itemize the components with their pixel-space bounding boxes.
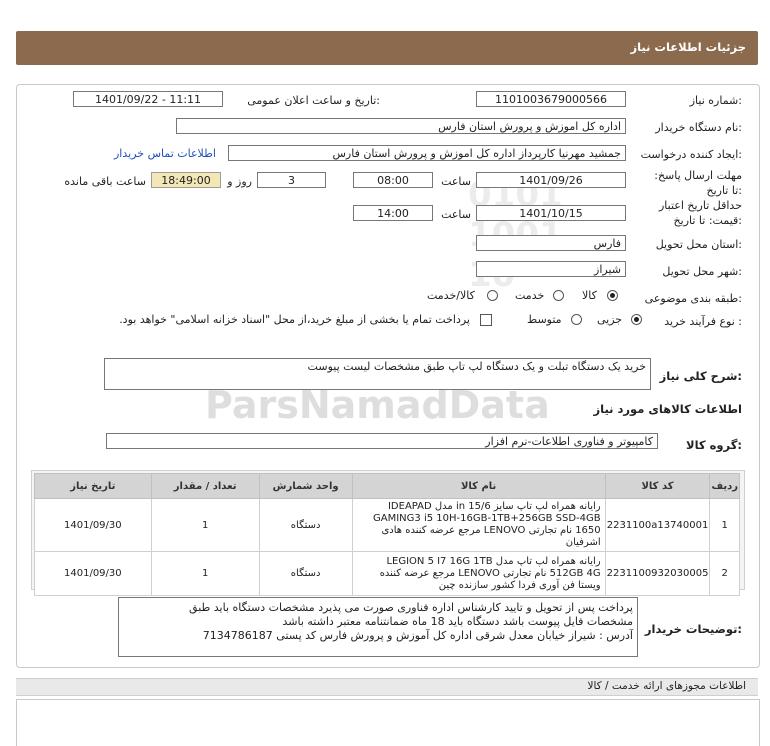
col-code: کد کالا — [604, 473, 711, 499]
remaining-time-field: 18:49:00 — [151, 172, 221, 188]
row-name: رایانه همراه لپ تاپ مدل LEGION 5 I7 16G … — [351, 551, 606, 596]
table-row[interactable]: 2 2231100932030005 رایانه همراه لپ تاپ م… — [34, 551, 740, 596]
goods-group-field: کامپیوتر و فناوری اطلاعات-نرم افزار — [106, 433, 658, 449]
category-both-label: کالا/خدمت — [427, 289, 475, 302]
goods-section-title: اطلاعات کالاهای مورد نیاز — [593, 402, 742, 416]
goods-group-label: گروه کالا: — [686, 438, 742, 452]
need-number-field[interactable]: 1101003679000566 — [476, 91, 626, 107]
category-goods-radio[interactable] — [607, 290, 618, 301]
col-unit: واحد شمارش — [258, 473, 353, 499]
creator-field[interactable]: جمشید مهرنیا کارپرداز اداره کل اموزش و پ… — [228, 145, 626, 161]
announce-label: تاریخ و ساعت اعلان عمومی: — [247, 94, 380, 107]
category-label: طبقه بندی موضوعی: — [644, 292, 742, 305]
row-code: 2231100a13740001 — [604, 498, 711, 552]
need-number-label: شماره نیاز: — [689, 94, 742, 107]
deadline-time-field[interactable]: 08:00 — [353, 172, 433, 188]
buyer-notes-line: آدرس : شیراز خیابان معدل شرقی اداره کل آ… — [202, 629, 633, 642]
process-medium-radio[interactable] — [571, 314, 582, 325]
row-unit: دستگاه — [258, 498, 353, 552]
row-qty: 1 — [150, 498, 260, 552]
creator-label: ایجاد کننده درخواست: — [640, 148, 742, 161]
contact-buyer-link[interactable]: اطلاعات تماس خریدار — [114, 147, 216, 160]
col-qty: تعداد / مقدار — [150, 473, 260, 499]
category-service-label: خدمت — [515, 289, 545, 302]
buyer-notes-label: توضیحات خریدار: — [644, 622, 742, 636]
col-index: ردیف — [709, 473, 740, 499]
row-unit: دستگاه — [258, 551, 353, 596]
row-qty: 1 — [150, 551, 260, 596]
validity-time-label: ساعت — [441, 208, 471, 221]
validity-time-field[interactable]: 14:00 — [353, 205, 433, 221]
announce-field[interactable]: 1401/09/22 - 11:11 — [73, 91, 223, 107]
process-medium-label: متوسط — [527, 313, 562, 326]
process-minor-label: جزیی — [597, 313, 623, 326]
row-code: 2231100932030005 — [604, 551, 711, 596]
buyer-org-field[interactable]: اداره کل اموزش و پرورش استان فارس — [176, 118, 626, 134]
category-service-radio[interactable] — [553, 290, 564, 301]
validity-date-field[interactable]: 1401/10/15 — [476, 205, 626, 221]
treasury-checkbox[interactable] — [480, 314, 492, 326]
process-label: نوع فرآیند خرید : — [664, 315, 742, 328]
province-label: استان محل تحویل: — [655, 238, 742, 251]
city-field[interactable]: شیراز — [476, 261, 626, 277]
col-date: تاریخ نیاز — [34, 473, 152, 499]
city-label: شهر محل تحویل: — [662, 265, 742, 278]
process-minor-radio[interactable] — [631, 314, 642, 325]
summary-field: خرید یک دستگاه تبلت و یک دستگاه لپ تاپ ط… — [104, 358, 651, 390]
buyer-notes-line: مشخصات فایل پیوست باشد دستگاه باید 18 ما… — [282, 615, 634, 628]
license-section-header: اطلاعات مجوزهای ارائه خدمت / کالا — [16, 678, 758, 696]
row-name: رایانه همراه لپ تاپ سایز in 15/6 مدل IDE… — [351, 498, 606, 552]
province-field[interactable]: فارس — [476, 235, 626, 251]
license-section-title: اطلاعات مجوزهای ارائه خدمت / کالا — [587, 680, 746, 692]
buyer-notes-field: پرداخت پس از تحویل و تایید کارشناس اداره… — [118, 597, 638, 657]
buyer-notes-line: پرداخت پس از تحویل و تایید کارشناس اداره… — [189, 601, 633, 614]
days-label: روز و — [227, 175, 252, 188]
row-date: 1401/09/30 — [34, 551, 152, 596]
goods-table: ردیف کد کالا نام کالا واحد شمارش تعداد /… — [34, 473, 740, 596]
treasury-text: پرداخت تمام یا بخشی از مبلغ خرید،از محل … — [119, 313, 470, 326]
row-index: 2 — [709, 551, 740, 596]
page-title: جزئیات اطلاعات نیاز — [630, 40, 746, 54]
remaining-label: ساعت باقی مانده — [64, 175, 146, 188]
row-date: 1401/09/30 — [34, 498, 152, 552]
table-row[interactable]: 1 2231100a13740001 رایانه همراه لپ تاپ س… — [34, 498, 740, 552]
page-header: جزئیات اطلاعات نیاز — [16, 31, 758, 65]
days-field[interactable]: 3 — [257, 172, 326, 188]
col-name: نام کالا — [351, 473, 606, 499]
category-goods-label: کالا — [582, 289, 597, 302]
deadline-date-field[interactable]: 1401/09/26 — [476, 172, 626, 188]
deadline-time-label: ساعت — [441, 175, 471, 188]
row-index: 1 — [709, 498, 740, 552]
category-both-radio[interactable] — [487, 290, 498, 301]
license-section-body — [16, 699, 760, 746]
summary-label: شرح کلی نیاز: — [659, 369, 742, 383]
buyer-org-label: نام دستگاه خریدار: — [655, 121, 742, 134]
validity-label: حداقل تاریخ اعتبار قیمت: تا تاریخ: — [658, 199, 742, 227]
deadline-label: مهلت ارسال پاسخ: تا تاریخ: — [654, 169, 742, 197]
